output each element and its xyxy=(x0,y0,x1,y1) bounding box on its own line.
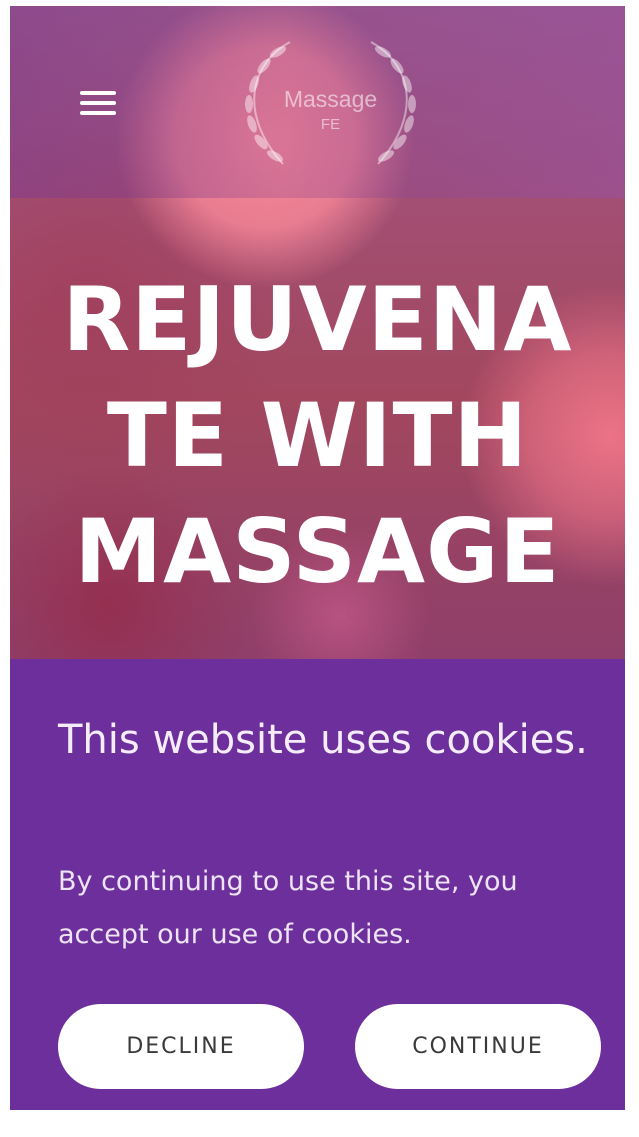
cookie-banner-title: This website uses cookies. xyxy=(58,717,588,763)
hero-section: Massage FE REJUVENA TE WITH MASSAGE xyxy=(10,6,625,659)
cookie-consent-banner: This website uses cookies. By continuing… xyxy=(10,659,625,1110)
site-header: Massage FE xyxy=(10,6,625,198)
hero-headline-line: REJUVENA xyxy=(62,268,573,371)
logo-text-line1: Massage xyxy=(283,86,378,112)
decline-button[interactable]: DECLINE xyxy=(58,1004,304,1089)
hero-headline-line: TE WITH xyxy=(106,384,529,487)
hero-headline-line: MASSAGE xyxy=(74,500,561,603)
site-logo[interactable]: Massage FE xyxy=(228,34,433,174)
cookie-banner-message: By continuing to use this site, you acce… xyxy=(58,866,518,950)
page-frame: Massage FE REJUVENA TE WITH MASSAGE This… xyxy=(10,6,625,1110)
hero-headline: REJUVENA TE WITH MASSAGE xyxy=(10,262,625,610)
logo-text-line2: FE xyxy=(320,116,341,133)
continue-button[interactable]: CONTINUE xyxy=(355,1004,601,1089)
hamburger-menu-icon[interactable] xyxy=(80,88,116,118)
